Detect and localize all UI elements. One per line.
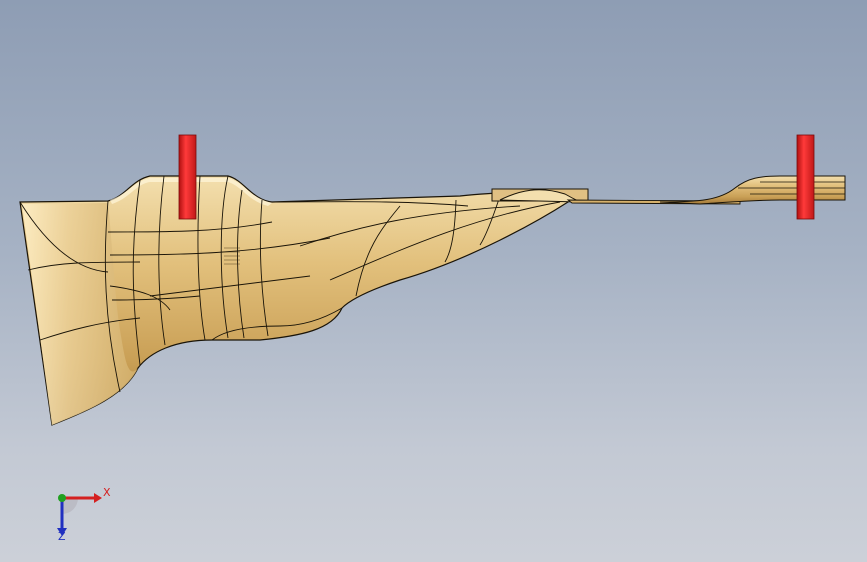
pin-left[interactable] [178,134,197,220]
y-axis-marker [58,494,66,502]
pin-left-shape [178,134,197,220]
pin-right-shape [796,134,815,220]
cad-viewport[interactable]: X Z [0,0,867,562]
z-axis-label: Z [58,530,66,543]
pin-right[interactable] [796,134,815,220]
end-tube-flare [659,175,846,205]
orientation-triad: X Z [40,478,120,548]
part-end-tube[interactable] [659,175,846,205]
part-body[interactable] [19,175,570,426]
model-view[interactable] [0,0,867,562]
x-axis-label: X [103,486,111,499]
